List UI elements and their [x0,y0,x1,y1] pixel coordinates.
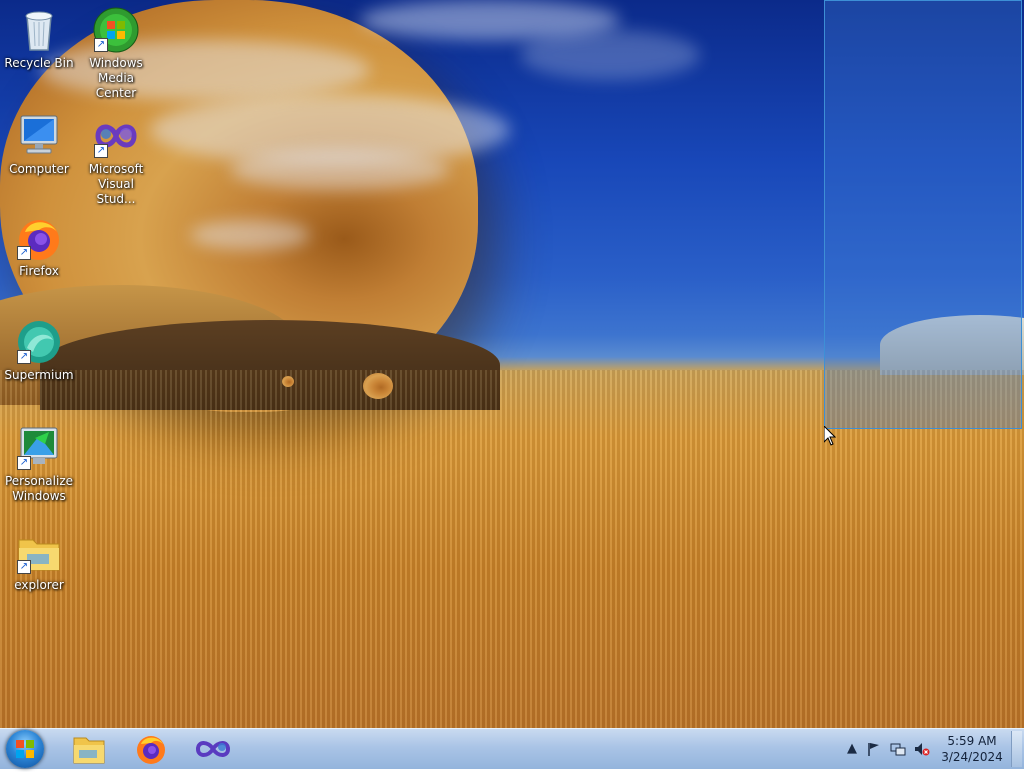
mouse-pointer-icon [824,426,836,446]
taskbar-firefox-button[interactable] [124,731,178,767]
taskbar-visual-studio-button[interactable] [186,731,240,767]
supermium-icon: ↗ [15,318,63,366]
shortcut-arrow-icon: ↗ [94,144,108,158]
visual-studio-icon: ↗ [92,112,140,160]
firefox-icon [137,736,165,764]
network-icon[interactable] [890,741,906,757]
desktop-icon-windows-media-center[interactable]: ↗ Windows Media Center [77,6,155,101]
desktop-icon-label: Microsoft Visual Stud... [88,162,144,206]
shortcut-arrow-icon: ↗ [17,456,31,470]
clock-time: 5:59 AM [947,734,997,748]
firefox-icon: ↗ [15,214,63,262]
personalize-icon: ↗ [15,424,63,472]
recycle-bin-icon [15,6,63,54]
desktop-icon-label: explorer [14,578,64,592]
desktop-icon-label: Firefox [19,264,59,278]
desktop-icon-supermium[interactable]: ↗ Supermium [0,318,78,383]
desktop-icon-visual-studio[interactable]: ↗ Microsoft Visual Stud... [77,112,155,207]
selection-rectangle [824,0,1022,429]
desktop-icon-label: Personalize Windows [4,474,74,503]
show-desktop-button[interactable] [1011,731,1022,767]
windows-logo-icon [16,740,34,758]
folder-icon: ↗ [15,528,63,576]
taskbar: ▲ 5:59 AM 3/24/2024 [0,728,1024,769]
desktop-background[interactable]: Recycle Bin ↗ Windows Media Center Compu… [0,0,1024,728]
system-clock[interactable]: 5:59 AM 3/24/2024 [936,733,1008,765]
computer-icon [15,112,63,160]
shortcut-arrow-icon: ↗ [17,560,31,574]
desktop-icon-firefox[interactable]: ↗ Firefox [0,214,78,279]
shortcut-arrow-icon: ↗ [17,246,31,260]
start-button[interactable] [6,730,44,768]
desktop-icon-label: Computer [9,162,69,176]
desktop-icon-label: Supermium [4,368,74,382]
show-hidden-icons-button[interactable]: ▲ [844,741,860,757]
desktop-icon-explorer[interactable]: ↗ explorer [0,528,78,593]
desktop-icon-label: Windows Media Center [89,56,143,100]
action-center-flag-icon[interactable] [866,741,882,757]
desktop-icon-computer[interactable]: Computer [0,112,78,177]
folder-icon [73,737,105,764]
clock-date: 3/24/2024 [941,750,1003,764]
windows-media-center-icon: ↗ [92,6,140,54]
desktop-icon-recycle-bin[interactable]: Recycle Bin [0,6,78,71]
desktop-icon-personalize-windows[interactable]: ↗ Personalize Windows [0,424,78,504]
desktop-icon-label: Recycle Bin [4,56,74,70]
shortcut-arrow-icon: ↗ [94,38,108,52]
shortcut-arrow-icon: ↗ [17,350,31,364]
volume-muted-icon[interactable] [914,741,930,757]
visual-studio-icon [195,741,231,757]
taskbar-file-explorer-button[interactable] [62,731,116,767]
